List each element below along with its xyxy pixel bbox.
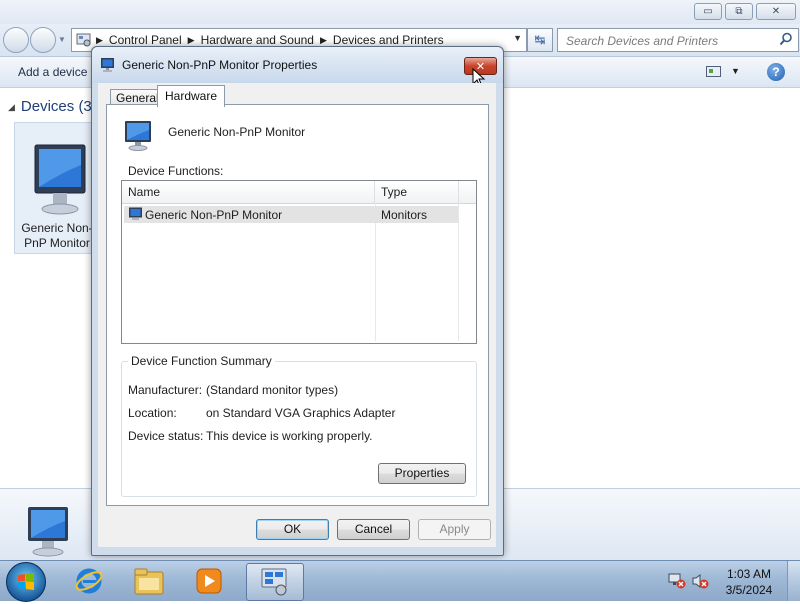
minimize-button[interactable]: ▭: [694, 3, 722, 20]
column-header-name[interactable]: Name: [122, 181, 375, 203]
restore-icon: ⧉: [735, 6, 743, 17]
monitor-properties-dialog: Generic Non-PnP Monitor Properties ✕ Gen…: [91, 46, 504, 556]
device-functions-label: Device Functions:: [128, 164, 224, 178]
minimize-icon: ▭: [703, 6, 713, 17]
list-header: Name Type: [122, 181, 476, 204]
table-row[interactable]: Generic Non-PnP Monitor Monitors: [124, 206, 458, 223]
refresh-icon: ↹: [534, 32, 546, 47]
breadcrumb-arrow-icon[interactable]: ▶: [188, 35, 195, 46]
tab-hardware[interactable]: Hardware: [157, 85, 226, 107]
search-icon[interactable]: [779, 32, 793, 46]
summary-legend: Device Function Summary: [128, 354, 275, 368]
devices-group-title: Devices (3): [20, 98, 97, 115]
device-function-summary: Device Function Summary Manufacturer: (S…: [121, 354, 477, 497]
forward-button[interactable]: [30, 27, 56, 53]
system-clock[interactable]: 1:03 AM 3/5/2024: [716, 566, 782, 598]
monitor-icon: [129, 207, 142, 220]
refresh-button[interactable]: ↹: [527, 28, 553, 52]
volume-muted-icon[interactable]: [691, 573, 709, 589]
recent-pages-dropdown[interactable]: ▼: [58, 35, 66, 44]
restore-button[interactable]: ⧉: [725, 3, 753, 20]
breadcrumb-control-panel[interactable]: Control Panel: [109, 33, 182, 47]
breadcrumb-hardware-and-sound[interactable]: Hardware and Sound: [201, 33, 314, 47]
taskbar-internet-explorer[interactable]: [64, 563, 114, 599]
devices-group-header[interactable]: ◢ Devices (3): [8, 98, 97, 115]
hardware-tab-panel: Generic Non-PnP Monitor Device Functions…: [106, 104, 489, 506]
network-icon[interactable]: [668, 573, 686, 589]
breadcrumb-devices-and-printers[interactable]: Devices and Printers: [333, 33, 444, 47]
dialog-body: General Hardware Generic Non-PnP Monitor…: [98, 83, 496, 547]
monitor-icon: [101, 58, 114, 72]
clock-time: 1:03 AM: [726, 567, 772, 581]
control-panel-icon: [76, 33, 91, 47]
taskbar: 1:03 AM 3/5/2024: [0, 560, 800, 602]
monitor-icon: [28, 507, 68, 557]
device-status-label: Device status:: [128, 429, 204, 443]
apply-button[interactable]: Apply: [418, 519, 491, 540]
devices-and-printers-icon: [261, 568, 287, 596]
monitor-icon: [34, 144, 86, 215]
manufacturer-label: Manufacturer:: [128, 383, 203, 397]
show-desktop-button[interactable]: [787, 561, 800, 601]
taskbar-media-player[interactable]: [184, 563, 234, 599]
view-dropdown-icon[interactable]: ▼: [731, 66, 740, 76]
device-tile-monitor[interactable]: Generic Non-PnP Monitor: [14, 122, 100, 254]
explorer-titlebar: ▭ ⧉ ✕: [0, 0, 800, 24]
close-icon: ✕: [771, 6, 781, 17]
collapse-arrow-icon[interactable]: ◢: [8, 102, 15, 112]
device-functions-list[interactable]: Name Type Generic Non-PnP Monitor Monito…: [121, 180, 477, 344]
ok-button[interactable]: OK: [256, 519, 329, 540]
row-type-cell: Monitors: [381, 208, 428, 222]
clock-date: 3/5/2024: [725, 583, 773, 597]
device-status-value: This device is working properly.: [206, 429, 373, 443]
breadcrumb-arrow-icon[interactable]: ▶: [96, 35, 103, 46]
taskbar-windows-explorer[interactable]: [124, 563, 174, 599]
media-player-icon: [196, 568, 222, 594]
address-dropdown-icon[interactable]: ▼: [513, 33, 522, 43]
column-divider: [375, 203, 376, 341]
internet-explorer-icon: [75, 568, 103, 594]
breadcrumb-arrow-icon[interactable]: ▶: [320, 35, 327, 46]
dialog-title: Generic Non-PnP Monitor Properties: [122, 58, 318, 72]
change-view-icon[interactable]: [706, 66, 722, 78]
monitor-icon: [125, 121, 151, 151]
location-label: Location:: [128, 406, 177, 420]
cancel-button[interactable]: Cancel: [337, 519, 410, 540]
manufacturer-value: (Standard monitor types): [206, 383, 339, 397]
search-box[interactable]: [557, 28, 799, 52]
add-device-button[interactable]: Add a device: [18, 65, 87, 79]
back-button[interactable]: [3, 27, 29, 53]
location-value: on Standard VGA Graphics Adapter: [206, 406, 396, 420]
windows-logo-icon: [18, 573, 34, 590]
properties-button[interactable]: Properties: [378, 463, 466, 484]
start-button[interactable]: [6, 562, 46, 602]
explorer-close-button[interactable]: ✕: [756, 3, 796, 20]
windows-explorer-icon: [134, 568, 164, 595]
help-icon[interactable]: ?: [767, 63, 785, 81]
column-header-type[interactable]: Type: [375, 181, 459, 203]
column-divider: [458, 203, 459, 341]
search-input[interactable]: [564, 31, 768, 51]
dialog-titlebar[interactable]: Generic Non-PnP Monitor Properties ✕: [92, 47, 503, 88]
row-name-cell: Generic Non-PnP Monitor: [145, 208, 283, 222]
device-tile-label: Generic Non-PnP Monitor: [21, 221, 93, 250]
device-name: Generic Non-PnP Monitor: [168, 125, 306, 139]
taskbar-devices-and-printers[interactable]: [246, 563, 304, 601]
